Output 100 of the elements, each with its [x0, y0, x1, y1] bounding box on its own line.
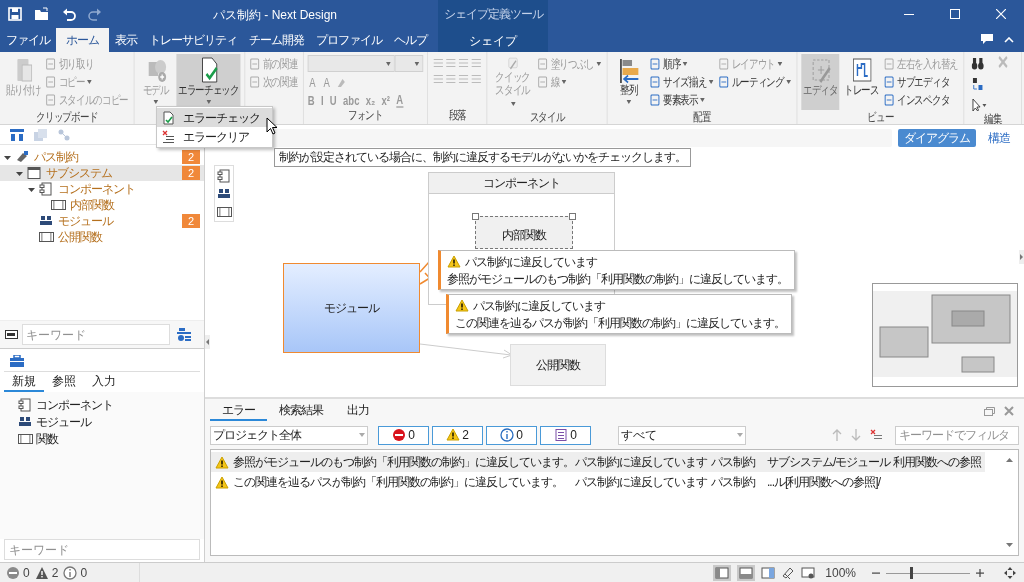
- save-icon[interactable]: [8, 7, 22, 21]
- hide-panel-icon[interactable]: [801, 566, 816, 579]
- toolbox-item[interactable]: モジュール: [0, 413, 91, 430]
- panel-tab[interactable]: 出力: [335, 401, 381, 421]
- layout-left-icon[interactable]: [713, 564, 732, 581]
- module-shape[interactable]: モジュール: [283, 263, 420, 353]
- slider-thumb[interactable]: [910, 566, 914, 579]
- filter-toggle[interactable]: 0: [486, 425, 537, 445]
- error-row[interactable]: この関連を辿るパスが制約「利用関数の制約」に違反しています。 パス制約に違反しています パス制約 ...ル[利用関数への参照]/: [211, 472, 893, 492]
- menu-item[interactable]: エラークリア: [157, 127, 272, 146]
- view-toggle[interactable]: ダイアグラム: [898, 128, 976, 147]
- scope-dropdown[interactable]: プロジェクト全体: [210, 425, 368, 445]
- zoom-in-icon[interactable]: [976, 568, 984, 577]
- layout-bottom-icon[interactable]: [737, 564, 756, 581]
- ribbon-button[interactable]: 要素表示: [649, 91, 716, 108]
- ribbon-button-icon: [883, 56, 895, 71]
- view-toggle[interactable]: 構造: [982, 128, 1016, 147]
- table-cell-text: サブシステム/モジュール: [767, 454, 892, 471]
- component-icon: [39, 182, 54, 196]
- filter-toggle[interactable]: 2: [432, 425, 483, 445]
- warning-icon: [446, 428, 461, 442]
- tree-item[interactable]: モジュール 2: [0, 213, 204, 229]
- tree-item[interactable]: パス制約 2: [0, 149, 204, 165]
- select-cursor-icon[interactable]: [971, 98, 988, 112]
- ribbon-tab[interactable]: ファイル: [0, 28, 56, 52]
- error-row[interactable]: 参照がモジュールのもつ制約「利用関数の制約」に違反しています。パス制約に違反しています パス制約 サブシステム/モジュール 利用関数への参照: [211, 452, 985, 472]
- toolbox-icon[interactable]: [10, 355, 24, 367]
- text-field-icon: [5, 329, 19, 340]
- ribbon-button[interactable]: サブエディタ: [883, 73, 960, 90]
- undo-icon[interactable]: [62, 7, 76, 21]
- group-label: クリップボード: [35, 110, 99, 124]
- search-field[interactable]: キーワード: [4, 539, 200, 560]
- ribbon-tab[interactable]: チーム開発: [243, 28, 310, 52]
- function-shape[interactable]: 公開関数: [510, 344, 606, 386]
- tree-item[interactable]: コンポーネント: [0, 181, 204, 197]
- layout-right-icon[interactable]: [761, 566, 776, 579]
- ribbon-button[interactable]: 整列: [611, 54, 647, 110]
- comment-icon[interactable]: [980, 33, 994, 45]
- inspector-icon[interactable]: [781, 565, 796, 580]
- resize-handle[interactable]: [569, 213, 576, 220]
- scroll-up-icon[interactable]: [1006, 458, 1013, 462]
- shape-title: コンポーネント: [429, 173, 614, 194]
- restore-icon[interactable]: [984, 407, 995, 416]
- resize-handle[interactable]: [472, 213, 479, 220]
- panel-tab[interactable]: 入力: [84, 372, 124, 392]
- close-icon[interactable]: [1004, 406, 1014, 416]
- table-cell-text: パス制約に違反しています: [575, 454, 708, 471]
- tree-item[interactable]: 公開関数: [0, 229, 204, 245]
- collapse-handle-icon[interactable]: [205, 335, 210, 349]
- filter-toggle[interactable]: 0: [540, 425, 591, 445]
- table-cell-text: パス制約: [711, 454, 756, 471]
- minimap[interactable]: [872, 283, 1018, 387]
- clear-list-icon[interactable]: [870, 429, 882, 441]
- window-icon: [27, 166, 42, 180]
- replace-icon[interactable]: [971, 76, 985, 92]
- ribbon-tab[interactable]: トレーサビリティ: [143, 28, 243, 52]
- search-field[interactable]: キーワード: [22, 324, 170, 345]
- warning-icon: [215, 455, 229, 469]
- ribbon-tab[interactable]: 表示: [109, 28, 143, 52]
- component-icon: [18, 397, 33, 412]
- pencil-eraser-icon: [15, 150, 30, 164]
- binoculars-icon[interactable]: [971, 56, 985, 70]
- table-cell-text: パス制約: [711, 474, 756, 491]
- zoom-slider[interactable]: [886, 566, 970, 579]
- scroll-down-icon[interactable]: [1006, 543, 1013, 547]
- group-label: フォント: [347, 108, 384, 123]
- menu-item[interactable]: エラーチェック: [157, 108, 272, 127]
- selected-function-shape[interactable]: 内部関数: [475, 216, 573, 249]
- collapse-ribbon-icon[interactable]: [1004, 37, 1014, 43]
- filter-field[interactable]: キーワードでフィルタ: [895, 425, 1019, 445]
- ribbon-tab[interactable]: シェイプ: [459, 30, 527, 52]
- tree-item[interactable]: 内部関数: [0, 197, 204, 213]
- toolbox-item[interactable]: 関数: [0, 430, 58, 447]
- panel-tab[interactable]: 参照: [44, 372, 84, 392]
- paragraph-icon: [458, 74, 469, 84]
- count-badge: 2: [182, 150, 200, 164]
- redo-icon[interactable]: [88, 7, 102, 21]
- folder-icon[interactable]: [34, 7, 50, 21]
- caret-icon: [414, 61, 420, 66]
- link-nodes-icon[interactable]: [58, 128, 70, 141]
- ribbon-button[interactable]: サイズ揃え: [649, 73, 716, 90]
- ribbon-tab[interactable]: プロファイル: [310, 28, 388, 52]
- fit-page-icon[interactable]: [1004, 566, 1016, 579]
- ribbon-button[interactable]: 順序: [649, 55, 716, 72]
- collapse-handle-icon[interactable]: [1019, 250, 1024, 264]
- ribbon-button[interactable]: ルーティング: [718, 73, 793, 90]
- ribbon-button-icon: [45, 74, 57, 89]
- ribbon-button[interactable]: インスペクタ: [883, 91, 960, 108]
- hierarchy-icon[interactable]: [10, 128, 24, 141]
- group-label: 配置: [692, 110, 712, 124]
- category-dropdown[interactable]: すべて: [618, 425, 746, 445]
- toolbox-item[interactable]: コンポーネント: [0, 396, 113, 413]
- ribbon-button-icon: [883, 92, 895, 107]
- filter-settings-icon[interactable]: [177, 327, 191, 342]
- ribbon-button[interactable]: トレース: [842, 54, 881, 110]
- filter-toggle[interactable]: 0: [378, 425, 429, 445]
- panel-tab[interactable]: 検索結果: [267, 401, 335, 421]
- panel-tab[interactable]: エラー: [210, 401, 267, 421]
- ribbon-tab[interactable]: ヘルプ: [388, 28, 433, 52]
- ribbon-tab[interactable]: ホーム: [56, 28, 109, 52]
